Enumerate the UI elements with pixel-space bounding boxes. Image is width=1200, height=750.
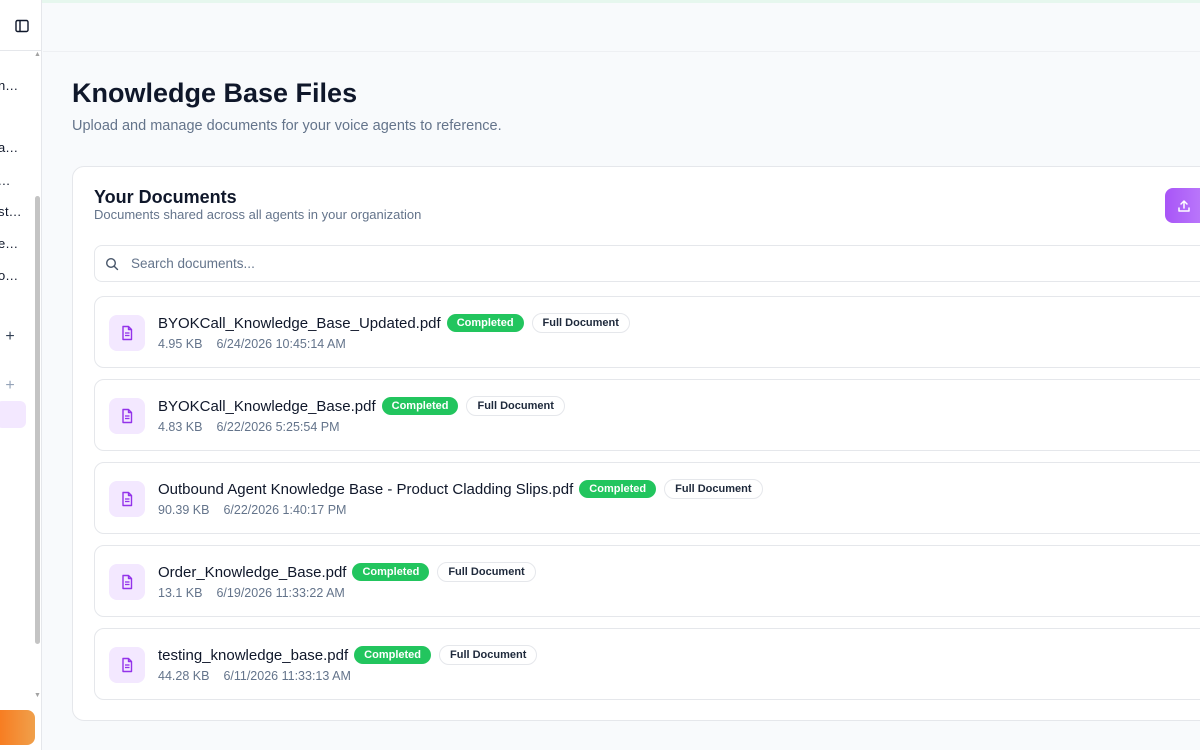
scope-badge: Full Document (531, 313, 630, 333)
sidebar-cta-button[interactable] (0, 710, 35, 745)
status-badge: Completed (446, 314, 524, 332)
status-badge: Completed (354, 646, 431, 664)
document-name: testing_knowledge_base.pdf (158, 646, 349, 664)
sidebar-item-4[interactable]: st... (0, 204, 20, 219)
document-size: 4.95 KB (158, 337, 203, 351)
document-size: 13.1 KB (158, 586, 203, 600)
document-row[interactable]: BYOKCall_Knowledge_Base_Updated.pdf Comp… (94, 296, 1200, 368)
search-input[interactable] (131, 256, 1031, 271)
search-icon (105, 257, 119, 270)
document-date: 6/19/2026 11:33:22 AM (216, 586, 345, 600)
scope-badge: Full Document (439, 645, 538, 665)
status-badge: Completed (352, 563, 430, 581)
document-date: 6/24/2026 10:45:14 AM (216, 337, 346, 351)
sidebar-toggle-icon (15, 19, 29, 33)
document-icon-wrapper (109, 398, 145, 434)
sidebar-item-5[interactable]: e... (0, 236, 20, 251)
sidebar-add-button[interactable]: + (3, 328, 17, 346)
page-title: Knowledge Base Files (72, 78, 358, 108)
sidebar: n... a... ... st... e... o... + + ▲ ▼ (0, 0, 42, 750)
sidebar-item-1[interactable]: n... (0, 78, 20, 93)
document-icon-wrapper (109, 564, 145, 600)
scope-badge: Full Document (437, 562, 536, 582)
document-icon-wrapper (109, 647, 145, 683)
document-name: BYOKCall_Knowledge_Base_Updated.pdf (158, 314, 441, 332)
sidebar-item-6[interactable]: o... (0, 268, 20, 283)
document-size: 44.28 KB (158, 669, 210, 683)
document-name: BYOKCall_Knowledge_Base.pdf (158, 397, 376, 415)
status-badge: Completed (579, 480, 657, 498)
document-name: Order_Knowledge_Base.pdf (158, 563, 347, 581)
document-row[interactable]: BYOKCall_Knowledge_Base.pdf Completed Fu… (94, 379, 1200, 451)
upload-icon (1178, 199, 1190, 212)
document-row[interactable]: Outbound Agent Knowledge Base - Product … (94, 462, 1200, 534)
scope-badge: Full Document (466, 396, 565, 416)
document-icon-wrapper (109, 315, 145, 351)
document-size: 4.83 KB (158, 420, 203, 434)
sidebar-item-2[interactable]: a... (0, 140, 20, 155)
card-subtitle: Documents shared across all agents in yo… (94, 207, 422, 222)
upload-button[interactable] (1165, 188, 1200, 223)
document-icon-wrapper (109, 481, 145, 517)
documents-card: Your Documents Documents shared across a… (72, 166, 1200, 721)
scope-badge: Full Document (664, 479, 763, 499)
sidebar-scroll-thumb[interactable] (35, 196, 40, 644)
sidebar-add-button-secondary[interactable]: + (3, 377, 17, 395)
sidebar-active-item[interactable] (0, 401, 26, 428)
document-date: 6/22/2026 5:25:54 PM (216, 420, 340, 434)
document-date: 6/11/2026 11:33:13 AM (223, 669, 351, 683)
sidebar-item-3[interactable]: ... (0, 173, 20, 188)
document-row[interactable]: testing_knowledge_base.pdf Completed Ful… (94, 628, 1200, 700)
document-name: Outbound Agent Knowledge Base - Product … (158, 480, 574, 498)
top-header (43, 3, 1200, 52)
search-box[interactable] (94, 245, 1200, 282)
page-subtitle: Upload and manage documents for your voi… (72, 118, 502, 134)
file-text-icon (122, 574, 133, 590)
document-date: 6/22/2026 1:40:17 PM (223, 503, 347, 517)
file-text-icon (122, 325, 133, 341)
status-badge: Completed (381, 397, 459, 415)
document-row[interactable]: Order_Knowledge_Base.pdf Completed Full … (94, 545, 1200, 617)
file-text-icon (122, 491, 133, 507)
sidebar-toggle-button[interactable] (12, 16, 32, 36)
document-size: 90.39 KB (158, 503, 210, 517)
scroll-up-arrow[interactable]: ▲ (34, 51, 41, 58)
documents-list: BYOKCall_Knowledge_Base_Updated.pdf Comp… (94, 296, 1200, 711)
file-text-icon (122, 408, 133, 424)
file-text-icon (122, 657, 133, 673)
card-title: Your Documents (94, 187, 237, 207)
scroll-down-arrow[interactable]: ▼ (34, 692, 41, 699)
